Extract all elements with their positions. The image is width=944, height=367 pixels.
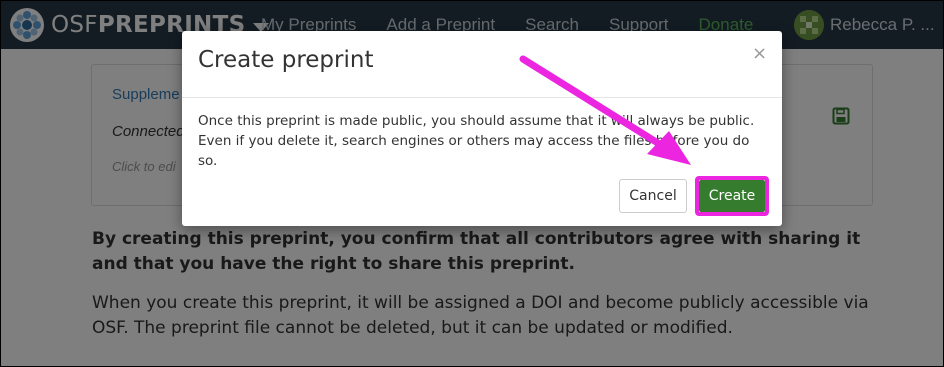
modal-body-text: Once this preprint is made public, you s… [198,113,755,169]
cancel-button[interactable]: Cancel [619,179,687,213]
screenshot-frame: OSFPREPRINTS My Preprints Add a Preprint… [0,0,944,367]
modal-title: Create preprint [198,47,374,73]
create-preprint-modal: Create preprint × Once this preprint is … [182,31,782,226]
create-button[interactable]: Create [699,180,765,212]
modal-header: Create preprint × [182,31,782,98]
close-icon[interactable]: × [752,43,767,64]
